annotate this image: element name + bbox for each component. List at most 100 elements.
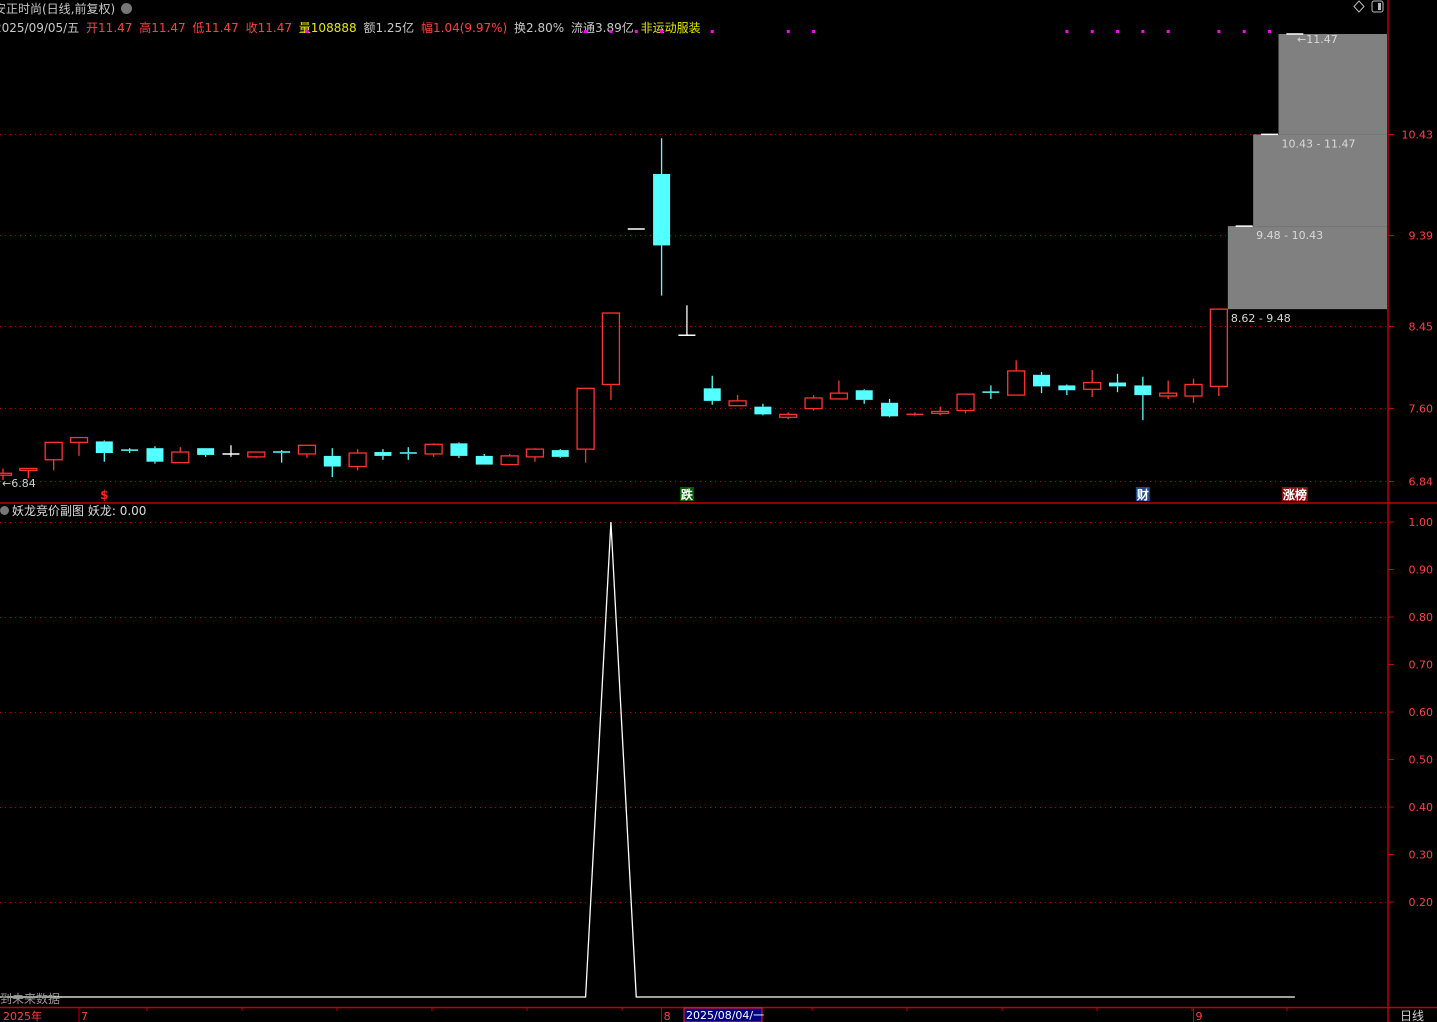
candle [197,448,215,457]
candle [1159,380,1178,399]
sub-tick-label: 0.40 [1409,801,1434,814]
candle [931,406,950,416]
candle-body [551,450,569,457]
candle [1209,308,1228,397]
candle-body [703,388,721,401]
price-tick-label: 7.60 [1409,403,1434,416]
candle-body [44,441,63,461]
signal-marker [1242,30,1246,33]
indicator-name[interactable]: 妖龙竞价副图 [12,504,84,518]
candle-body [1058,385,1076,391]
signal-marker [1090,30,1094,33]
auction-range-box [1278,34,1387,135]
candle [779,412,798,420]
candle [678,305,696,336]
event-tag: 跌 [681,487,694,502]
candle-body [1184,383,1203,397]
candle [1109,373,1127,393]
candle [475,453,493,465]
month-label: 8 [664,1010,671,1022]
candle [171,447,190,464]
candle [1083,369,1102,398]
candle [399,447,417,460]
candle-body [424,443,443,455]
candle [576,387,595,463]
sub-tick-label: 0.80 [1409,611,1434,624]
signal-marker [786,30,790,33]
sub-tick-label: 0.50 [1409,754,1434,767]
candle-body [95,441,113,454]
candle-body [525,448,545,458]
event-tag: 财 [1136,487,1149,502]
candle [500,453,519,466]
candle-body [1109,382,1127,387]
signal-marker [1116,30,1120,33]
candle-body [601,312,621,386]
candle-body [1209,308,1228,388]
candle [956,393,975,414]
candle-body [779,413,798,418]
kline-chart[interactable]: 10.43 9.39 8.45 7.60 6.84 10.43 - 11.47 9.48 -… [0,0,1437,1022]
price-tick-label: 9.39 [1409,230,1434,243]
candle [1033,371,1051,394]
sub-tick-label: 0.20 [1409,896,1434,909]
candle [297,444,317,458]
candle [653,138,671,296]
candle-body [881,402,899,417]
candle [1058,384,1076,396]
signal-marker [1065,30,1069,33]
candle-body [297,444,317,455]
sub-tick-label: 0.90 [1409,564,1434,577]
candle [855,389,873,404]
candle-body [475,455,493,465]
high-price-label: ←11.47 [1297,33,1338,46]
candle-body [69,436,89,444]
candle [450,442,468,458]
candle [95,440,113,462]
price-tick-label: 8.45 [1409,321,1434,334]
candle [222,445,240,457]
event-tag: 涨榜 [1283,487,1307,502]
candle [829,380,849,400]
candle [44,441,63,471]
year-label: 2025年 [3,1009,42,1022]
candle-body [0,472,13,476]
low-price-label: ←6.84 [2,477,36,490]
indicator-value: 妖龙: 0.00 [87,504,147,518]
candle-body [348,452,367,468]
signal-marker [609,30,613,33]
candle [703,375,721,405]
sub-tick-label: 0.70 [1409,659,1434,672]
candle [906,412,924,417]
candle [1007,360,1026,396]
candle-body [146,448,164,462]
candle [525,448,545,462]
candle-body [728,400,747,407]
period-label[interactable]: 日线 [1400,1009,1424,1022]
future-data-note: 到未来数据 [0,992,61,1006]
candle-body [374,452,392,456]
candle [881,398,899,418]
candle [982,385,1000,399]
candle-body [855,390,873,400]
signal-marker [1268,30,1271,33]
candle [348,449,367,471]
sub-tick-label: 0.30 [1409,849,1434,862]
cursor-date: 2025/08/04/一 [686,1009,764,1022]
candle [121,448,139,454]
sub-chart-title: 妖龙竞价副图 妖龙: 0.00 [0,503,146,519]
candle-body [754,406,772,415]
candle-body [576,387,595,450]
indicator-menu-icon[interactable] [0,506,9,515]
signal-marker [660,30,664,33]
candle [273,450,291,463]
signal-marker [1166,30,1170,33]
candle [804,395,823,411]
candle-body [171,451,190,464]
signal-marker [812,30,816,33]
candle-body [323,455,341,467]
candle-body [1007,370,1026,396]
candle-body [1134,385,1152,396]
signal-marker [584,30,588,33]
candle-body [1159,392,1178,397]
